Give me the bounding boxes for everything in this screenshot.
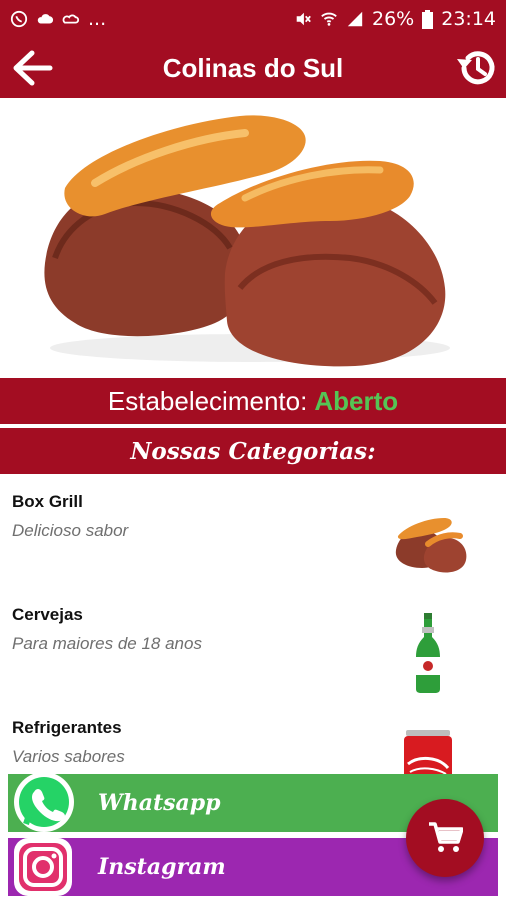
page-title: Colinas do Sul (162, 52, 344, 83)
history-icon[interactable] (454, 46, 498, 90)
whatsapp-notification-icon (10, 10, 28, 28)
grilled-meat-illustration (44, 115, 450, 367)
app-bar: Colinas do Sul (0, 38, 506, 98)
hero-image (0, 98, 506, 378)
instagram-label: Instagram (98, 854, 226, 880)
back-arrow-icon[interactable] (10, 48, 54, 88)
grilled-meat-thumbnail (395, 518, 467, 573)
battery-level: 26% (372, 8, 415, 30)
category-item-cervejas[interactable]: Cervejas Para maiores de 18 anos (0, 591, 506, 704)
status-label: Estabelecimento: (107, 385, 308, 416)
weather-icon (62, 14, 80, 24)
cloud-icon (37, 14, 54, 24)
clock: 23:14 (441, 8, 496, 30)
instagram-icon (14, 838, 72, 896)
battery-icon (422, 9, 434, 29)
system-icons: 26% 23:14 (294, 8, 496, 30)
category-item-box-grill[interactable]: Box Grill Delicioso sabor (0, 478, 506, 591)
categories-header: Nossas Categorias: (0, 428, 506, 474)
status-value: Aberto (314, 385, 399, 416)
category-list: Box Grill Delicioso sabor Cervejas Para … (0, 478, 506, 817)
whatsapp-label: Whatsapp (98, 790, 221, 816)
more-notifications: ... (88, 8, 107, 30)
signal-icon (347, 11, 363, 27)
cart-button[interactable] (406, 799, 484, 877)
wifi-icon (321, 12, 337, 26)
notification-icons: ... (10, 8, 106, 30)
establishment-status: Estabelecimento: Aberto (0, 378, 506, 424)
mute-icon (296, 12, 311, 26)
status-bar: ... 26% 23:14 (0, 0, 506, 38)
beer-bottle-thumbnail (416, 613, 440, 693)
whatsapp-icon (14, 772, 74, 832)
shopping-cart-icon (429, 822, 463, 852)
